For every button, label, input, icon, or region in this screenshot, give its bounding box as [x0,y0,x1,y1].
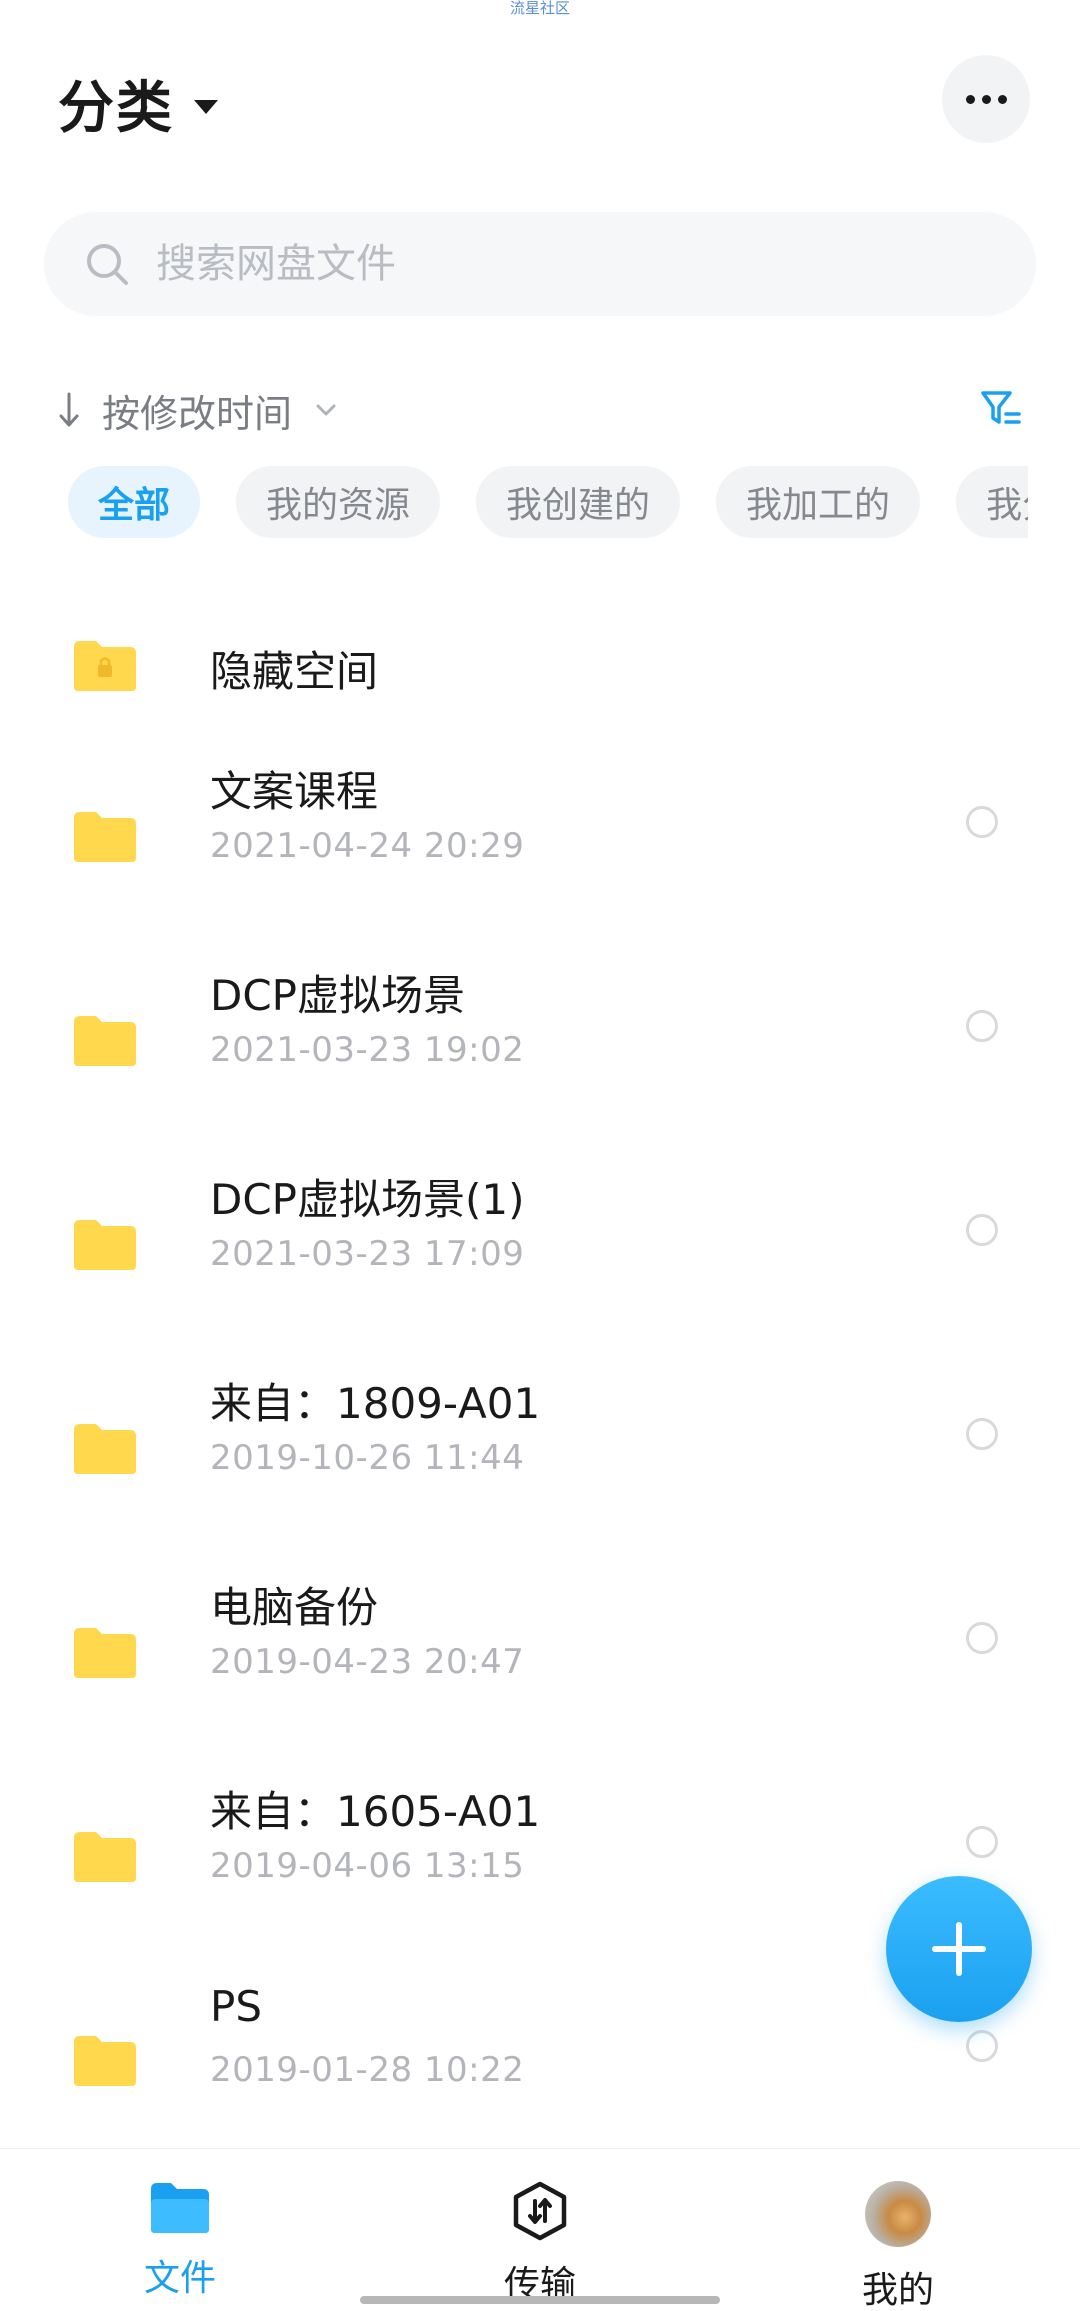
select-checkbox[interactable] [966,1826,998,1858]
watermark-text: 流星社区 [509,0,570,17]
file-date: 2021-03-23 17:09 [210,1234,525,1274]
select-checkbox[interactable] [966,1010,998,1042]
category-chips: 全部 我的资源 我创建的 我加工的 我分享的 [68,466,1028,540]
file-name: 电脑备份 [210,1583,379,1632]
file-name: 隐藏空间 [210,647,379,696]
folder-icon [74,1832,136,1882]
hidden-space-row[interactable]: 隐藏空间 [0,590,1080,740]
select-checkbox[interactable] [966,1622,998,1654]
more-options-button[interactable] [942,55,1030,143]
header: 分类 [0,55,1080,145]
chip-my-resources[interactable]: 我的资源 [236,466,441,538]
file-date: 2019-04-23 20:47 [210,1642,525,1682]
file-row[interactable]: 电脑备份 2019-04-23 20:47 [0,1556,1080,1760]
filter-icon[interactable] [980,388,1022,430]
file-row[interactable]: DCP虚拟场景 2021-03-23 19:02 [0,944,1080,1148]
file-name: PS [210,1982,262,2031]
tab-files[interactable]: 文件 [90,2181,270,2301]
category-dropdown[interactable]: 分类 [58,63,218,144]
file-date: 2019-04-06 13:15 [210,1846,525,1886]
transfer-icon [513,2181,567,2241]
select-checkbox[interactable] [966,806,998,838]
file-date: 2019-10-26 11:44 [210,1438,525,1478]
sort-arrow-down-icon[interactable] [58,392,80,428]
plus-icon [932,1922,986,1976]
folder-icon [74,1628,136,1678]
file-row[interactable]: 来自：1809-A01 2019-10-26 11:44 [0,1352,1080,1556]
tab-mine[interactable]: 我的 [808,2181,988,2311]
file-row[interactable]: 文案课程 2021-04-24 20:29 [0,740,1080,944]
file-date: 2021-04-24 20:29 [210,826,525,866]
locked-folder-icon [74,641,136,691]
file-name: 来自：1605-A01 [210,1787,541,1836]
search-bar[interactable] [44,212,1036,316]
chevron-down-icon[interactable] [314,402,338,418]
tab-transfer[interactable]: 传输 [450,2181,630,2307]
chip-my-shared[interactable]: 我分享的 [956,466,1028,538]
file-name: DCP虚拟场景 [210,971,465,1020]
file-name: 文案课程 [210,767,379,816]
chip-my-created[interactable]: 我创建的 [476,466,681,538]
sort-row: 按修改时间 [58,380,1022,440]
folder-icon [74,2036,136,2086]
select-checkbox[interactable] [966,2030,998,2062]
folder-icon [74,812,136,862]
chip-my-processed[interactable]: 我加工的 [716,466,921,538]
search-input[interactable] [156,241,956,287]
select-checkbox[interactable] [966,1214,998,1246]
file-name: DCP虚拟场景(1) [210,1175,525,1224]
page-title: 分类 [58,76,174,141]
file-date: 2019-01-28 10:22 [210,2050,525,2090]
caret-down-icon [194,99,218,114]
file-row[interactable]: DCP虚拟场景(1) 2021-03-23 17:09 [0,1148,1080,1352]
bottom-tab-bar: 文件 传输 我的 [0,2148,1080,2311]
add-button[interactable] [886,1876,1032,2022]
chip-all[interactable]: 全部 [68,466,201,538]
tab-files-label: 文件 [143,2258,216,2299]
folder-icon [74,1016,136,1066]
more-icon [965,94,975,104]
file-date: 2021-03-23 19:02 [210,1030,525,1070]
select-checkbox[interactable] [966,1418,998,1450]
search-icon [87,244,128,285]
tab-mine-label: 我的 [861,2270,934,2311]
sort-label[interactable]: 按修改时间 [102,383,292,438]
folder-icon [74,1424,136,1474]
file-name: 来自：1809-A01 [210,1379,541,1428]
home-indicator [360,2296,720,2304]
avatar [865,2181,931,2247]
folder-icon [74,1220,136,1270]
files-folder-icon [151,2183,209,2233]
